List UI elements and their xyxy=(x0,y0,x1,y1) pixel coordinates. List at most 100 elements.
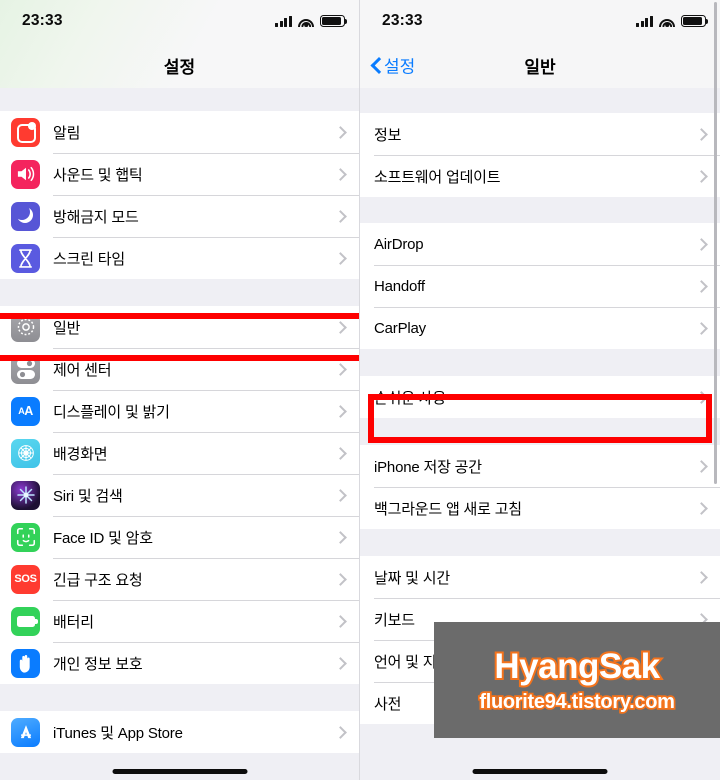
chevron-right-icon xyxy=(695,321,708,335)
list-item-software-update[interactable]: 소프트웨어 업데이트 xyxy=(360,155,720,197)
left-status-bar: 23:33 xyxy=(0,0,359,42)
battery-settings-icon xyxy=(11,606,40,636)
row-label: AirDrop xyxy=(374,235,424,253)
row-label: 사전 xyxy=(374,695,402,713)
wallpaper-icon xyxy=(11,438,40,468)
status-clock: 23:33 xyxy=(22,12,63,29)
page-title: 일반 xyxy=(524,57,556,77)
chevron-right-icon xyxy=(695,127,708,141)
row-label: 알림 xyxy=(53,124,81,142)
row-label: 배경화면 xyxy=(53,445,108,463)
sidebar-item-general[interactable]: 일반 xyxy=(0,306,359,348)
right-status-bar: 23:33 xyxy=(360,0,720,42)
chevron-right-icon xyxy=(334,446,347,460)
row-label: 키보드 xyxy=(374,611,415,629)
battery-icon xyxy=(681,15,709,27)
battery-icon xyxy=(320,15,348,27)
sidebar-item-privacy[interactable]: 개인 정보 보호 xyxy=(0,642,359,684)
row-label: 스크린 타임 xyxy=(53,250,125,268)
watermark-overlay: HyangSak fluorite94.tistory.com xyxy=(434,622,720,738)
watermark-title: HyangSak xyxy=(492,645,662,688)
list-item-handoff[interactable]: Handoff xyxy=(360,265,720,307)
list-item-iphone-storage[interactable]: iPhone 저장 공간 xyxy=(360,445,720,487)
left-group-2: 일반 제어 센터 AA 디스플레이 및 밝기 배경화면 Siri 및 검색 Fa… xyxy=(0,306,359,684)
left-group-3: iTunes 및 App Store xyxy=(0,711,359,753)
do-not-disturb-icon xyxy=(11,201,40,231)
sidebar-item-sounds-haptics[interactable]: 사운드 및 햅틱 xyxy=(0,153,359,195)
sidebar-item-itunes-app-store[interactable]: iTunes 및 App Store xyxy=(0,711,359,753)
sidebar-item-emergency-sos[interactable]: SOS 긴급 구조 요청 xyxy=(0,558,359,600)
page-title: 설정 xyxy=(163,57,196,77)
chevron-right-icon xyxy=(334,488,347,502)
chevron-right-icon xyxy=(334,404,347,418)
notifications-icon xyxy=(11,117,40,147)
app-store-icon xyxy=(11,717,40,747)
sidebar-item-face-id[interactable]: Face ID 및 암호 xyxy=(0,516,359,558)
chevron-right-icon xyxy=(334,209,347,223)
row-label: 방해금지 모드 xyxy=(53,208,139,226)
sidebar-item-display-brightness[interactable]: AA 디스플레이 및 밝기 xyxy=(0,390,359,432)
chevron-right-icon xyxy=(334,362,347,376)
face-id-icon xyxy=(11,522,40,552)
sidebar-item-battery[interactable]: 배터리 xyxy=(0,600,359,642)
list-item-background-app-refresh[interactable]: 백그라운드 앱 새로 고침 xyxy=(360,487,720,529)
privacy-hand-icon xyxy=(11,648,40,678)
display-brightness-icon: AA xyxy=(11,396,40,426)
chevron-right-icon xyxy=(334,530,347,544)
row-label: 소프트웨어 업데이트 xyxy=(374,168,501,186)
row-label: 손쉬운 사용 xyxy=(374,389,446,407)
row-label: Siri 및 검색 xyxy=(53,487,123,505)
wifi-icon xyxy=(298,15,314,27)
list-item-accessibility[interactable]: 손쉬운 사용 xyxy=(360,376,720,418)
sidebar-item-screen-time[interactable]: 스크린 타임 xyxy=(0,237,359,279)
left-settings-list[interactable]: 알림 사운드 및 햅틱 방해금지 모드 스크린 타임 일반 제어 센터 A A … xyxy=(0,88,359,780)
status-clock: 23:33 xyxy=(382,12,423,29)
row-label: 개인 정보 보호 xyxy=(53,655,143,673)
sidebar-item-notifications[interactable]: 알림 xyxy=(0,111,359,153)
sidebar-item-do-not-disturb[interactable]: 방해금지 모드 xyxy=(0,195,359,237)
chevron-right-icon xyxy=(695,501,708,515)
sidebar-item-wallpaper[interactable]: 배경화면 xyxy=(0,432,359,474)
row-label: 날짜 및 시간 xyxy=(374,569,450,587)
sidebar-item-siri-search[interactable]: Siri 및 검색 xyxy=(0,474,359,516)
chevron-right-icon xyxy=(695,169,708,183)
chevron-right-icon xyxy=(695,570,708,584)
home-indicator xyxy=(112,769,247,774)
list-item-airdrop[interactable]: AirDrop xyxy=(360,223,720,265)
row-label: 디스플레이 및 밝기 xyxy=(53,403,170,421)
general-gear-icon xyxy=(11,312,40,342)
row-label: 배터리 xyxy=(53,613,94,631)
chevron-right-icon xyxy=(334,167,347,181)
chevron-right-icon xyxy=(334,614,347,628)
cellular-bars-icon xyxy=(275,15,292,27)
list-item-date-time[interactable]: 날짜 및 시간 xyxy=(360,556,720,598)
vertical-scrollbar[interactable] xyxy=(714,2,717,484)
list-item-carplay[interactable]: CarPlay xyxy=(360,307,720,349)
row-label: Face ID 및 암호 xyxy=(53,529,153,547)
status-indicators xyxy=(275,15,348,27)
row-label: iPhone 저장 공간 xyxy=(374,458,482,476)
chevron-right-icon xyxy=(334,320,347,334)
back-button[interactable]: 설정 xyxy=(371,53,415,78)
home-indicator xyxy=(472,769,608,774)
left-group-1: 알림 사운드 및 햅틱 방해금지 모드 스크린 타임 xyxy=(0,111,359,279)
back-button-label: 설정 xyxy=(384,57,416,77)
row-label: Handoff xyxy=(374,277,425,295)
right-group-3: 손쉬운 사용 xyxy=(360,376,720,418)
status-indicators xyxy=(636,15,709,27)
sidebar-item-control-center[interactable]: 제어 센터 xyxy=(0,348,359,390)
row-label: CarPlay xyxy=(374,319,426,337)
row-label: 사운드 및 햅틱 xyxy=(53,166,143,184)
chevron-right-icon xyxy=(695,390,708,404)
right-header: 23:33 설정 일반 xyxy=(360,0,720,88)
chevron-right-icon xyxy=(695,279,708,293)
list-item-about[interactable]: 정보 xyxy=(360,113,720,155)
right-group-1: 정보 소프트웨어 업데이트 xyxy=(360,113,720,197)
left-header: 23:33 설정 xyxy=(0,0,359,88)
sos-icon: SOS xyxy=(11,564,40,594)
chevron-right-icon xyxy=(334,125,347,139)
screen-time-icon xyxy=(11,243,40,273)
right-phone-general-screen: 23:33 설정 일반 정보 소프트웨어 업데이트 AirDrop Handof… xyxy=(360,0,720,780)
row-label: 백그라운드 앱 새로 고침 xyxy=(374,500,522,518)
chevron-right-icon xyxy=(695,459,708,473)
